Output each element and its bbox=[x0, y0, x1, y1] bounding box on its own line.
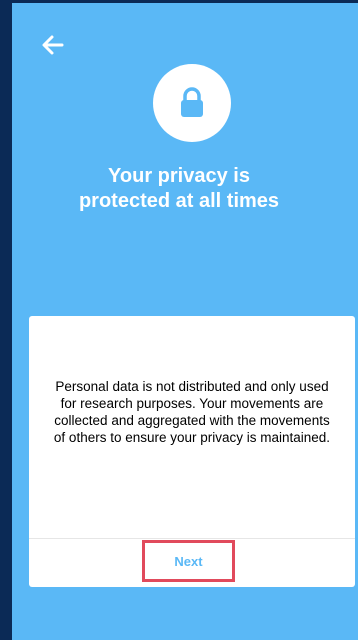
page-title: Your privacy is protected at all times bbox=[0, 164, 358, 214]
back-button[interactable] bbox=[38, 30, 68, 60]
arrow-left-icon bbox=[42, 35, 64, 55]
lock-badge bbox=[153, 64, 231, 142]
privacy-description: Personal data is not distributed and onl… bbox=[53, 379, 331, 445]
lock-icon bbox=[181, 87, 203, 117]
privacy-card: Personal data is not distributed and onl… bbox=[29, 316, 355, 587]
next-button[interactable]: Next bbox=[142, 540, 235, 582]
card-divider bbox=[29, 538, 355, 539]
page-title-line-1: Your privacy is bbox=[108, 165, 250, 187]
page-title-line-2: protected at all times bbox=[78, 190, 280, 212]
